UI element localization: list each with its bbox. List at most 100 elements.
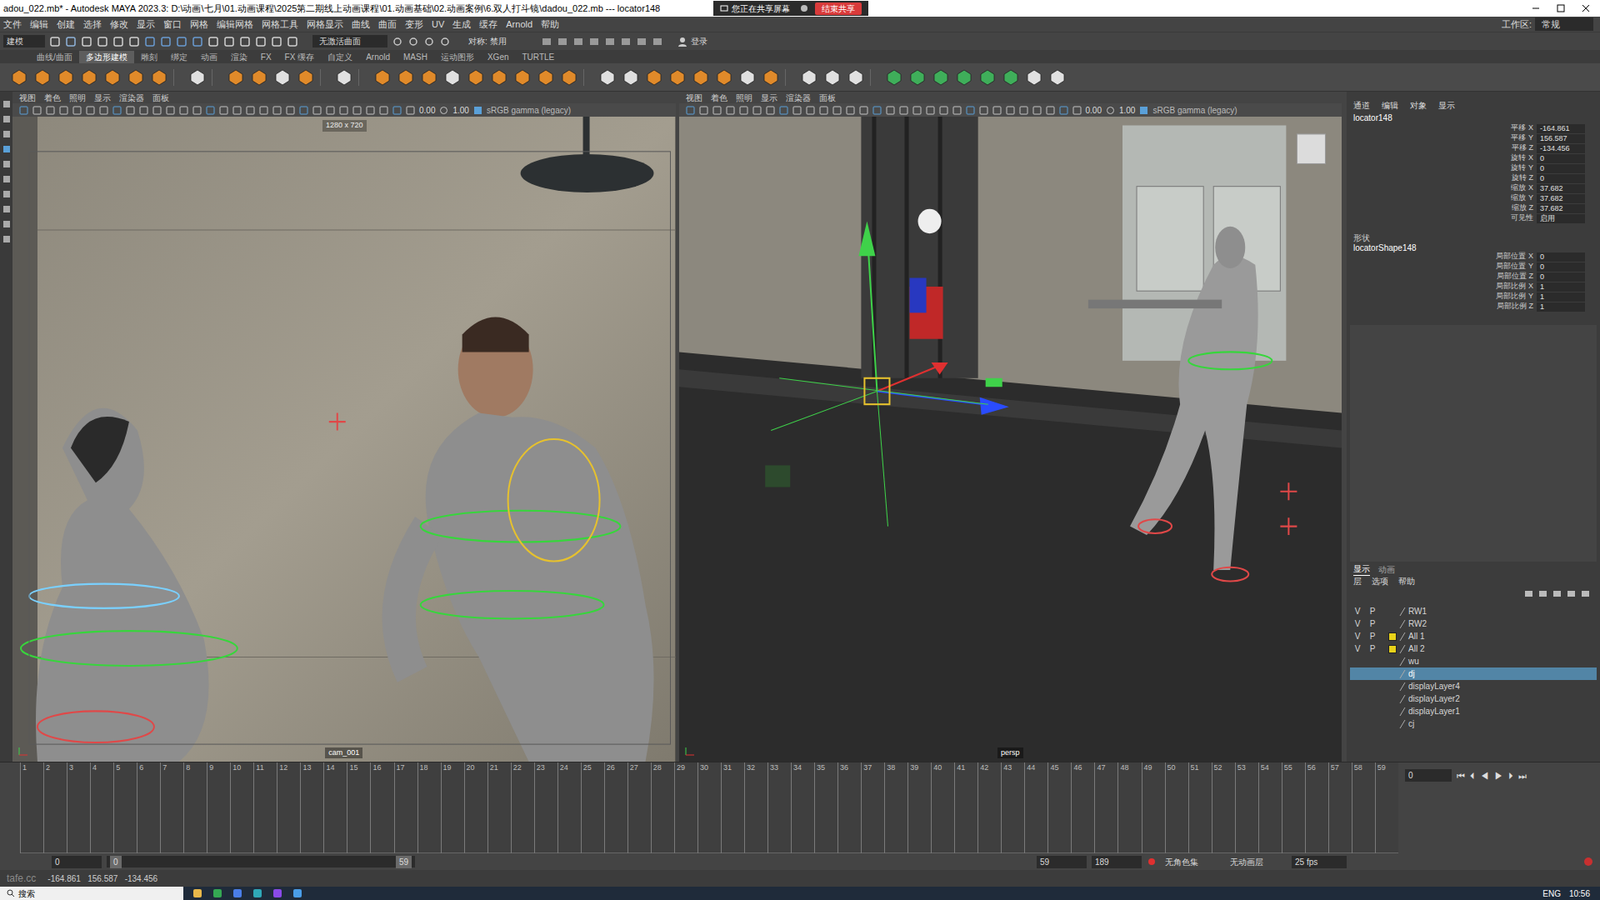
attribute-row[interactable]: 旋转 Z0: [1346, 173, 1600, 184]
attribute-value[interactable]: 0: [1536, 272, 1585, 282]
login-label[interactable]: 登录: [690, 35, 741, 48]
viewport-menu-item[interactable]: 视图: [685, 91, 703, 105]
viewport-menu-item[interactable]: 着色: [44, 91, 61, 105]
viewport-menu-item[interactable]: 面板: [152, 91, 170, 105]
stop-share-button[interactable]: 结束共享: [815, 2, 862, 15]
layer-row[interactable]: VP RW1: [1350, 605, 1597, 618]
attribute-row[interactable]: 局部位置 Y0: [1346, 261, 1600, 272]
symmetry-field[interactable]: 对称: 禁用: [461, 35, 537, 48]
shelf-tab[interactable]: XGen: [480, 50, 516, 64]
menu-item[interactable]: 曲线: [351, 17, 370, 32]
gamma-value[interactable]: 1.00: [452, 104, 469, 117]
object-name[interactable]: locator148: [1346, 111, 1600, 124]
attribute-value[interactable]: 156.587: [1536, 134, 1585, 144]
menu-item[interactable]: 修改: [110, 17, 129, 32]
viewport-menu-item[interactable]: 渲染器: [785, 91, 811, 105]
shelf-tab[interactable]: 自定义: [320, 50, 360, 64]
attribute-value[interactable]: -164.861: [1536, 124, 1585, 134]
shelf-tab[interactable]: MASH: [396, 50, 435, 64]
playback-button[interactable]: ⏴: [1470, 769, 1475, 784]
attribute-row[interactable]: 旋转 Y0: [1346, 163, 1600, 174]
layer-name[interactable]: displayLayer2: [1408, 692, 1460, 705]
attribute-value[interactable]: 37.682: [1536, 184, 1585, 194]
playback-toggle[interactable]: P: [1365, 605, 1380, 618]
search-placeholder[interactable]: 搜索: [18, 887, 35, 900]
layer-menu-item[interactable]: 层: [1353, 575, 1362, 588]
playback-button[interactable]: ◀: [1480, 769, 1490, 784]
playback-toggle[interactable]: P: [1365, 617, 1380, 630]
visibility-toggle[interactable]: V: [1350, 642, 1365, 655]
attribute-row[interactable]: 可见性启用: [1346, 213, 1600, 224]
viewport-menu-item[interactable]: 着色: [710, 91, 728, 105]
attribute-value[interactable]: 0: [1536, 252, 1585, 262]
exposure-value[interactable]: 0.00: [1085, 104, 1102, 117]
attribute-value[interactable]: 1: [1536, 292, 1585, 302]
shelf-tab[interactable]: 绑定: [164, 50, 195, 64]
attribute-row[interactable]: 局部比例 Y1: [1346, 291, 1600, 302]
shelf-tab[interactable]: FX: [254, 50, 279, 64]
layer-tab[interactable]: 动画: [1378, 563, 1395, 576]
menu-item[interactable]: Arnold: [505, 17, 533, 32]
range-inner-end[interactable]: 59: [395, 855, 412, 869]
viewport-menu-item[interactable]: 显示: [94, 91, 111, 105]
layer-row[interactable]: VPAll 1: [1350, 630, 1597, 643]
channel-box-menu-item[interactable]: 编辑: [1381, 99, 1399, 112]
visibility-toggle[interactable]: V: [1350, 630, 1365, 643]
shelf-tab[interactable]: 曲线/曲面: [30, 50, 80, 64]
layer-name[interactable]: dj: [1408, 667, 1415, 680]
layer-row[interactable]: VP RW2: [1350, 617, 1597, 630]
menu-item[interactable]: 网格显示: [306, 17, 344, 32]
time-slider[interactable]: 1234567891011121314151617181920212223242…: [20, 762, 1399, 854]
layer-name[interactable]: All 1: [1408, 630, 1425, 643]
attribute-row[interactable]: 缩放 Z37.682: [1346, 203, 1600, 214]
mode-select[interactable]: 建模: [3, 35, 45, 48]
channel-box-menu-item[interactable]: 对象: [1410, 99, 1427, 112]
playback-button[interactable]: ▶: [1494, 769, 1504, 784]
menu-item[interactable]: 编辑网格: [216, 17, 254, 32]
playback-toggle[interactable]: P: [1365, 642, 1380, 655]
shape-name[interactable]: locatorShape148: [1346, 241, 1600, 252]
viewport-menu-item[interactable]: 面板: [819, 91, 836, 105]
layer-menu-item[interactable]: 帮助: [1398, 575, 1415, 588]
attribute-value[interactable]: 37.682: [1536, 194, 1585, 204]
layer-name[interactable]: RW2: [1408, 617, 1427, 630]
end-time-field[interactable]: 59: [1036, 855, 1087, 869]
viewport-menu-item[interactable]: 显示: [760, 91, 778, 105]
viewport-canvas[interactable]: 1280 x 720cam_001: [12, 116, 676, 762]
layer-name[interactable]: RW1: [1408, 605, 1427, 618]
menu-item[interactable]: 曲面: [378, 17, 397, 32]
taskbar-search[interactable]: 搜索: [0, 886, 184, 900]
attribute-row[interactable]: 平移 X-164.861: [1346, 123, 1600, 134]
layer-menu-item[interactable]: 选项: [1371, 575, 1389, 588]
viewport-menu-item[interactable]: 照明: [735, 91, 753, 105]
layer-row[interactable]: displayLayer1: [1350, 705, 1597, 718]
attribute-value[interactable]: 1: [1536, 282, 1585, 292]
attribute-row[interactable]: 局部比例 X1: [1346, 281, 1600, 292]
attribute-row[interactable]: 缩放 Y37.682: [1346, 193, 1600, 204]
visibility-toggle[interactable]: V: [1350, 605, 1365, 618]
attribute-row[interactable]: 局部位置 X0: [1346, 251, 1600, 262]
layer-row[interactable]: VPAll 2: [1350, 642, 1597, 655]
current-frame-field[interactable]: 0: [1405, 769, 1452, 782]
attribute-value[interactable]: 0: [1536, 262, 1585, 272]
shelf-tab[interactable]: Arnold: [359, 50, 397, 64]
shelf-tab[interactable]: 动画: [194, 50, 225, 64]
start-time-field[interactable]: 0: [51, 855, 102, 869]
attribute-row[interactable]: 局部位置 Z0: [1346, 271, 1600, 282]
visibility-toggle[interactable]: V: [1350, 617, 1365, 630]
menu-item[interactable]: 创建: [56, 17, 75, 32]
attribute-row[interactable]: 平移 Z-134.456: [1346, 143, 1600, 154]
menu-item[interactable]: 编辑: [30, 17, 49, 32]
login[interactable]: 登录: [677, 35, 741, 48]
attribute-value[interactable]: 37.682: [1536, 204, 1585, 214]
attribute-row[interactable]: 旋转 X0: [1346, 153, 1600, 164]
menu-item[interactable]: 网格: [190, 17, 209, 32]
menu-item[interactable]: 文件: [3, 17, 22, 32]
menu-item[interactable]: 变形: [405, 17, 424, 32]
menu-item[interactable]: 网格工具: [261, 17, 299, 32]
exposure-value[interactable]: 0.00: [419, 104, 435, 117]
max-time-field[interactable]: 189: [1091, 855, 1142, 869]
menu-item[interactable]: 显示: [136, 17, 155, 32]
shelf-tab[interactable]: TURTLE: [515, 50, 562, 64]
fps-select[interactable]: 25 fps: [1291, 855, 1347, 869]
